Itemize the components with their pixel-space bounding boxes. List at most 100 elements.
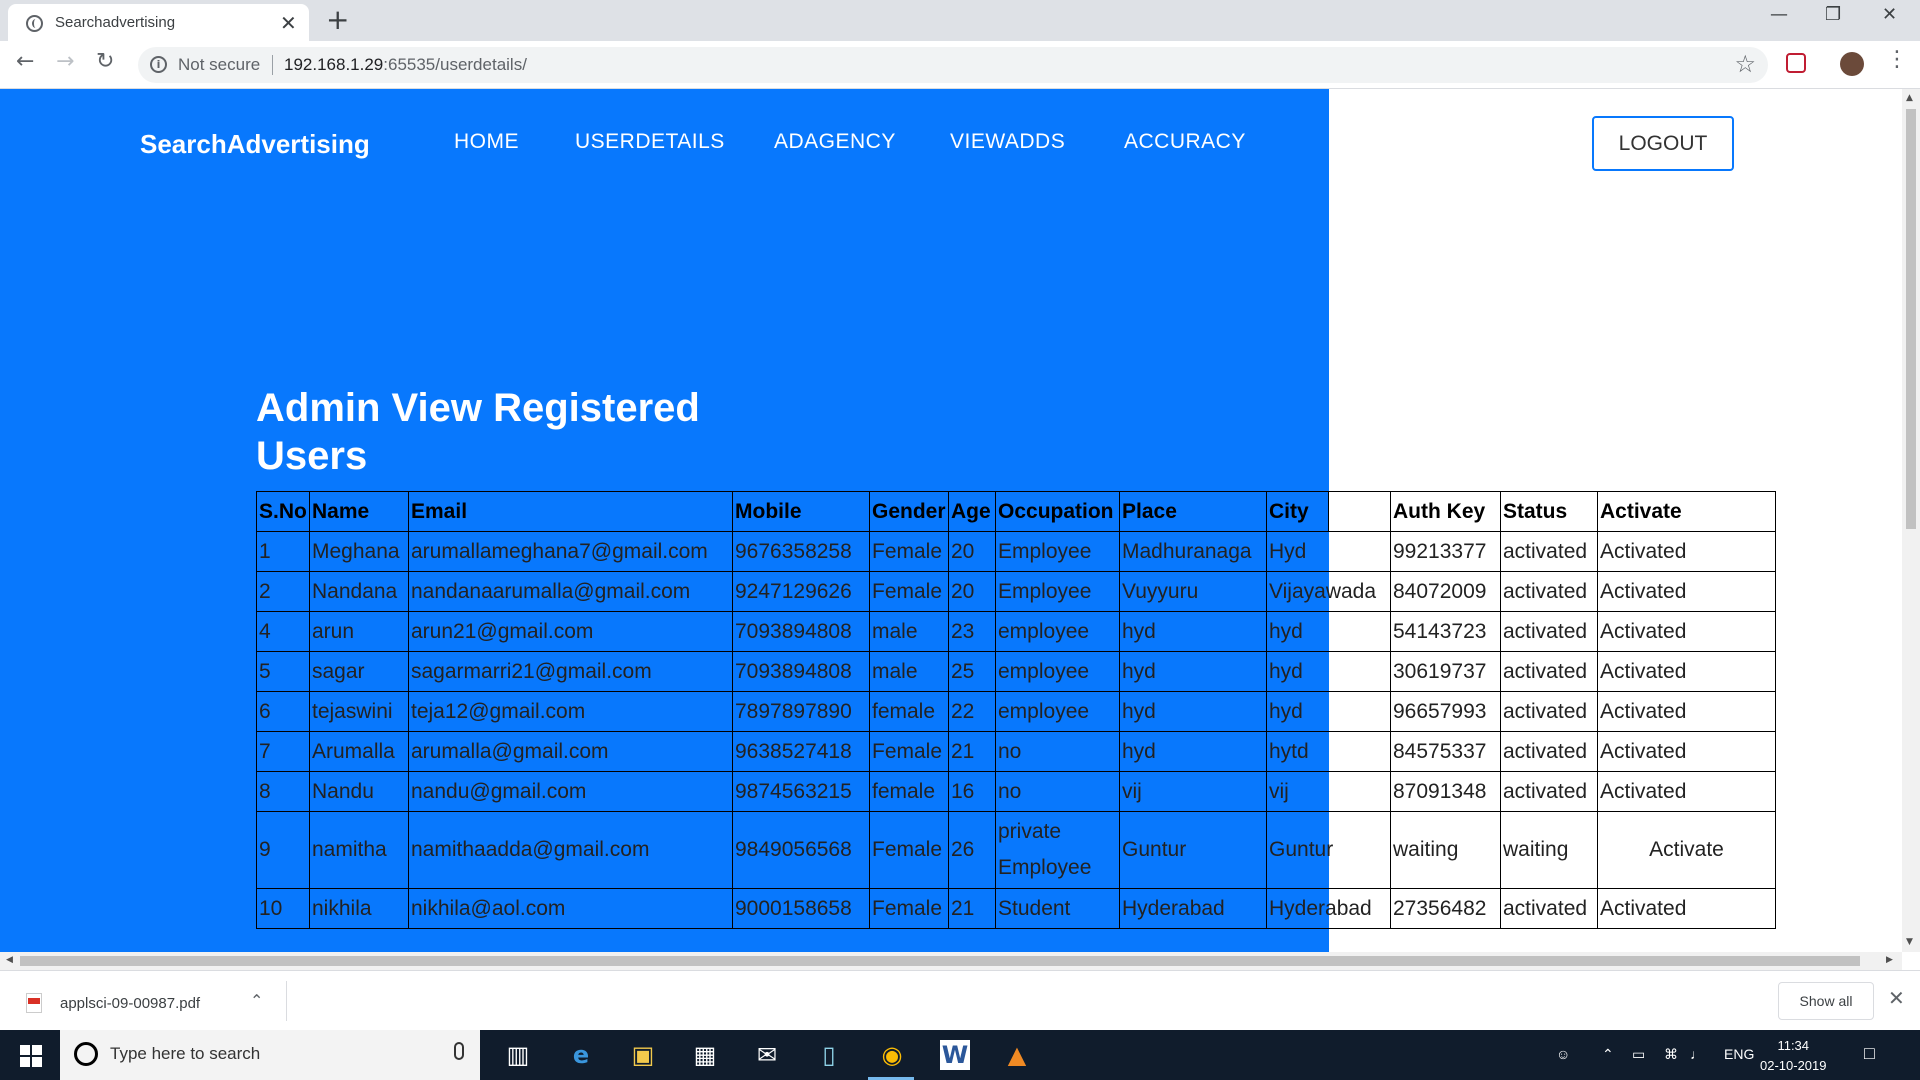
- microphone-icon[interactable]: [454, 1042, 464, 1060]
- cell-occupation: private Employee: [995, 811, 1120, 889]
- cell-status: activated: [1500, 531, 1598, 572]
- nav-userdetails[interactable]: USERDETAILS: [575, 130, 725, 154]
- cell-email: arun21@gmail.com: [408, 611, 733, 652]
- task-view-icon[interactable]: ▥: [503, 1040, 533, 1070]
- vlc-icon[interactable]: ▲: [1002, 1040, 1032, 1070]
- cell-gender: Female: [869, 811, 949, 889]
- cell-mobile: 7093894808: [732, 651, 870, 692]
- cell-authkey: 54143723: [1390, 611, 1501, 652]
- info-icon[interactable]: i: [150, 56, 167, 73]
- not-secure-label[interactable]: Not secure: [178, 55, 260, 75]
- horizontal-scroll-thumb[interactable]: [20, 956, 1860, 966]
- cell-mobile: 9638527418: [732, 731, 870, 772]
- windows-logo-pane: [32, 1045, 42, 1055]
- forward-icon[interactable]: →: [56, 49, 74, 74]
- taskbar-clock[interactable]: 11:34 02-10-2019: [1760, 1036, 1827, 1076]
- language-indicator[interactable]: ENG: [1724, 1046, 1754, 1062]
- scroll-up-icon[interactable]: ▲: [1906, 93, 1913, 103]
- back-icon[interactable]: ←: [16, 49, 34, 74]
- cell-city: vij: [1266, 771, 1391, 812]
- minimize-icon[interactable]: —: [1770, 4, 1788, 25]
- window-close-icon[interactable]: ✕: [1882, 4, 1897, 25]
- people-icon[interactable]: ☺: [1556, 1046, 1570, 1062]
- tray-chevron-icon[interactable]: ⌃: [1602, 1046, 1614, 1063]
- cell-name: Nandana: [309, 571, 409, 612]
- reload-icon[interactable]: ↻: [96, 49, 114, 74]
- volume-muted-icon[interactable]: ♩: [1690, 1046, 1704, 1062]
- cell-place: Guntur: [1119, 811, 1267, 889]
- cell-sno: 7: [256, 731, 310, 772]
- show-all-button[interactable]: Show all: [1778, 982, 1874, 1020]
- chrome-icon[interactable]: ◉: [877, 1040, 907, 1070]
- horizontal-scrollbar[interactable]: ◀ ▶: [0, 952, 1902, 970]
- cell-status: activated: [1500, 611, 1598, 652]
- cell-mobile: 7897897890: [732, 691, 870, 732]
- file-explorer-icon[interactable]: ▣: [628, 1040, 658, 1070]
- activate-link[interactable]: Activate: [1597, 811, 1776, 889]
- nav-accuracy[interactable]: ACCURACY: [1124, 130, 1246, 154]
- taskbar-search-placeholder[interactable]: Type here to search: [110, 1044, 260, 1064]
- notifications-icon[interactable]: □: [1864, 1043, 1875, 1064]
- browser-toolbar: ← → ↻ i Not secure 192.168.1.29:65535/us…: [0, 41, 1920, 89]
- vertical-scroll-thumb[interactable]: [1906, 109, 1916, 529]
- cell-name: nikhila: [309, 888, 409, 929]
- cell-age: 21: [948, 731, 996, 772]
- mail-icon[interactable]: ✉: [752, 1040, 782, 1070]
- cell-age: 23: [948, 611, 996, 652]
- cell-city: Guntur: [1266, 811, 1391, 889]
- cell-place: hyd: [1119, 651, 1267, 692]
- scroll-down-icon[interactable]: ▼: [1906, 937, 1913, 947]
- chevron-up-icon[interactable]: ⌃: [250, 991, 263, 1010]
- cell-name: arun: [309, 611, 409, 652]
- new-tab-button[interactable]: +: [326, 3, 349, 36]
- cell-name: sagar: [309, 651, 409, 692]
- tab-close-icon[interactable]: ✕: [280, 11, 297, 35]
- url-text[interactable]: 192.168.1.29:65535/userdetails/: [284, 55, 527, 75]
- vertical-scrollbar[interactable]: ▲ ▼: [1902, 89, 1920, 952]
- address-bar[interactable]: i Not secure 192.168.1.29:65535/userdeta…: [138, 47, 1768, 83]
- cell-place: Hyderabad: [1119, 888, 1267, 929]
- cell-occupation: Employee: [995, 571, 1120, 612]
- cell-place: hyd: [1119, 691, 1267, 732]
- cell-activate: Activated: [1597, 731, 1776, 772]
- cell-place: hyd: [1119, 611, 1267, 652]
- col-age: Age: [948, 491, 996, 532]
- nav-adagency[interactable]: ADAGENCY: [774, 130, 896, 154]
- taskbar-search[interactable]: Type here to search: [60, 1030, 480, 1080]
- table-header-row: S.No Name Email Mobile Gender Age Occupa…: [256, 491, 1776, 532]
- store-icon[interactable]: ▦: [690, 1040, 720, 1070]
- windows-start-icon[interactable]: [20, 1045, 42, 1067]
- wifi-icon[interactable]: ⌘: [1664, 1046, 1678, 1063]
- cell-gender: female: [869, 771, 949, 812]
- browser-tab[interactable]: Searchadvertising ✕: [8, 4, 309, 41]
- nav-home[interactable]: HOME: [454, 130, 519, 154]
- col-city: City: [1266, 491, 1329, 532]
- cell-occupation: employee: [995, 611, 1120, 652]
- cell-gender: male: [869, 611, 949, 652]
- cell-city: Hyderabad: [1266, 888, 1391, 929]
- logout-button[interactable]: LOGOUT: [1592, 116, 1734, 171]
- notes-app-icon[interactable]: ▯: [814, 1040, 844, 1070]
- cell-sno: 6: [256, 691, 310, 732]
- nav-viewadds[interactable]: VIEWADDS: [950, 130, 1065, 154]
- users-table: S.No Name Email Mobile Gender Age Occupa…: [256, 491, 1776, 929]
- download-item[interactable]: applsci-09-00987.pdf: [60, 995, 200, 1012]
- cell-sno: 8: [256, 771, 310, 812]
- restore-icon[interactable]: ❐: [1825, 4, 1841, 25]
- download-bar-close-icon[interactable]: ✕: [1888, 986, 1905, 1010]
- cortana-icon[interactable]: [74, 1042, 98, 1066]
- word-icon[interactable]: W: [940, 1040, 970, 1070]
- clock-date: 02-10-2019: [1760, 1058, 1827, 1073]
- cell-status: waiting: [1500, 811, 1598, 889]
- scroll-right-icon[interactable]: ▶: [1886, 955, 1893, 965]
- pocket-extension-icon[interactable]: [1786, 53, 1806, 73]
- cell-occupation: employee: [995, 651, 1120, 692]
- battery-icon[interactable]: ▭: [1632, 1046, 1645, 1063]
- menu-dots-icon[interactable]: ⋮: [1886, 47, 1908, 72]
- scroll-left-icon[interactable]: ◀: [6, 955, 13, 965]
- edge-icon[interactable]: e: [566, 1040, 596, 1070]
- cell-status: activated: [1500, 771, 1598, 812]
- profile-avatar[interactable]: [1840, 52, 1864, 76]
- site-brand[interactable]: SearchAdvertising: [140, 129, 370, 160]
- bookmark-star-icon[interactable]: ☆: [1734, 50, 1756, 78]
